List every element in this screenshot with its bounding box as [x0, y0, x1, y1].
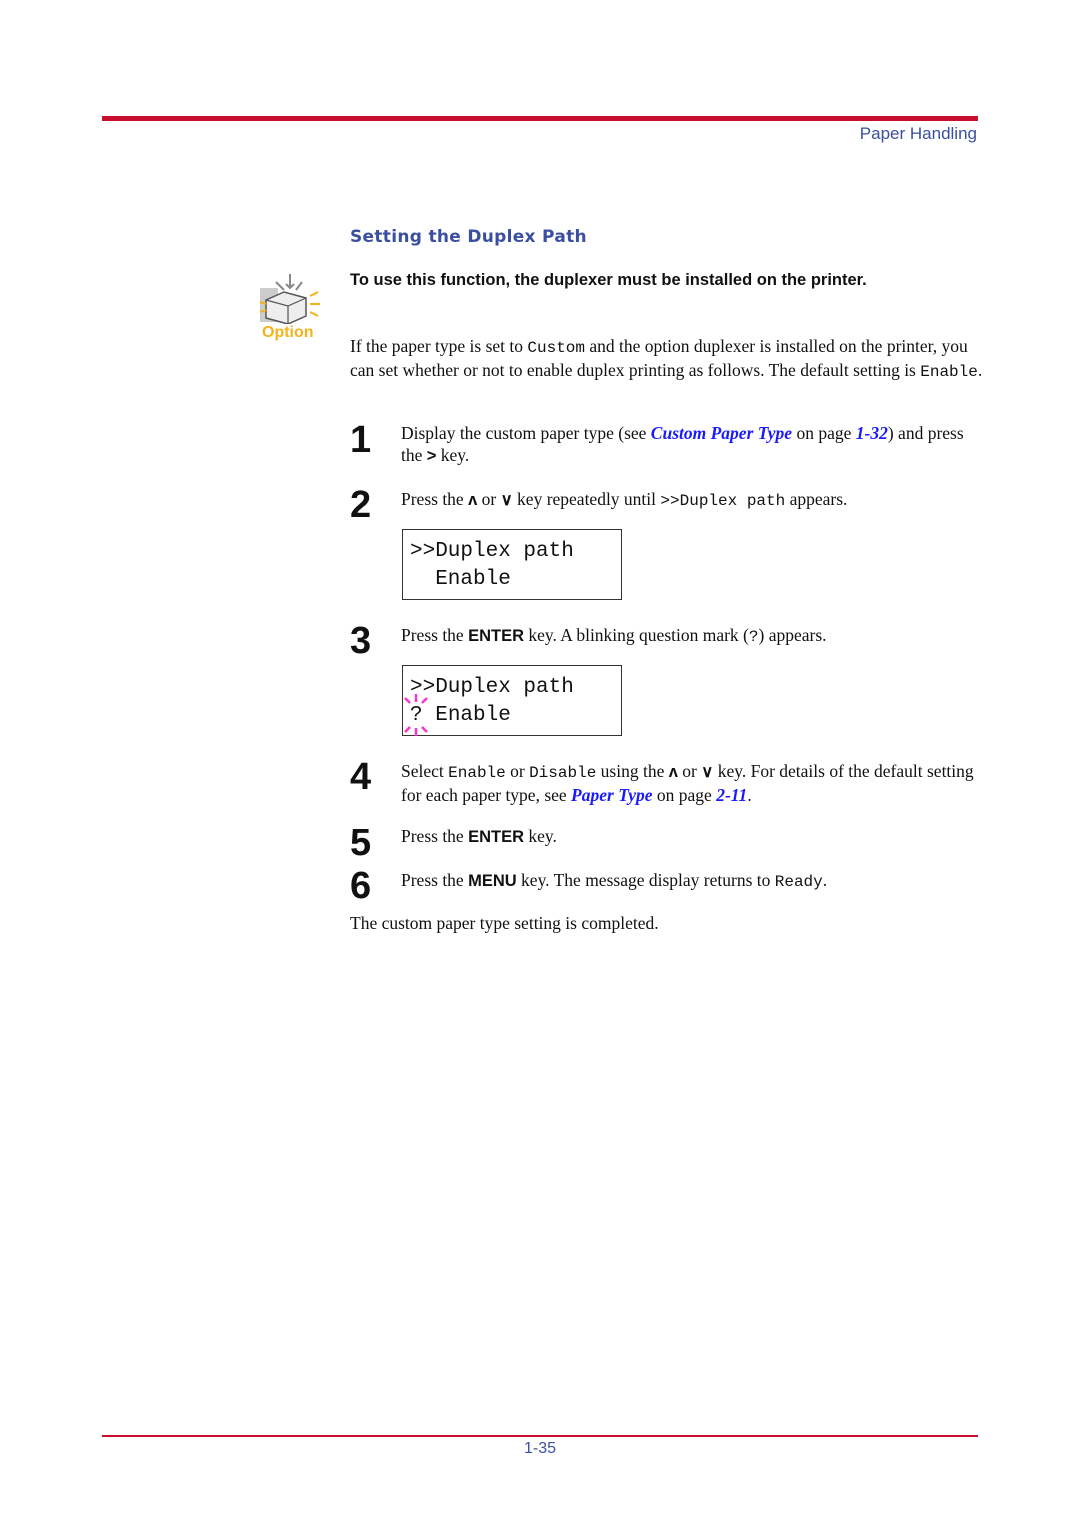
step-number: 2: [350, 484, 372, 526]
lcd-line-2: Enable: [422, 704, 511, 727]
option-label: Option: [262, 324, 314, 341]
up-arrow-icon: ʌ: [468, 491, 478, 509]
text: Press the: [401, 870, 469, 890]
code-custom: Custom: [527, 339, 585, 357]
step-number: 5: [350, 822, 372, 864]
conclusion: The custom paper type setting is complet…: [350, 913, 659, 933]
header-rule: [102, 116, 978, 121]
lcd-line-1: >>Duplex path: [410, 540, 574, 563]
blink-rays-icon: [404, 694, 428, 736]
code-enable: Enable: [448, 764, 506, 782]
step-3-text: Press the ENTER key. A blinking question…: [401, 624, 981, 648]
step-number: 3: [350, 620, 372, 662]
section-title: Setting the Duplex Path: [350, 227, 587, 247]
text: on page: [652, 785, 717, 805]
link-paper-type[interactable]: Paper Type: [571, 785, 652, 805]
down-arrow-icon: ∨: [500, 491, 513, 509]
text: key.: [436, 445, 470, 465]
key-menu: MENU: [468, 872, 517, 890]
link-page-1-32[interactable]: 1-32: [856, 423, 888, 443]
printer-option-icon: [258, 272, 322, 325]
link-custom-paper-type[interactable]: Custom Paper Type: [651, 423, 792, 443]
intro-paragraph: If the paper type is set to Custom and t…: [350, 335, 990, 383]
lcd-line-2: Enable: [410, 568, 511, 591]
section-header: Paper Handling: [859, 124, 977, 143]
code-question: ?: [748, 628, 759, 646]
text: If the paper type is set to: [350, 336, 528, 356]
text: Press the: [401, 625, 469, 645]
text: Press the: [401, 489, 469, 509]
text: key. The message display returns to: [516, 870, 775, 890]
text: on page: [792, 423, 856, 443]
text: appears.: [785, 489, 848, 509]
step-number: 4: [350, 756, 372, 798]
step-1-text: Display the custom paper type (see Custo…: [401, 422, 981, 467]
text: .: [747, 785, 752, 805]
code-enable: Enable: [920, 363, 978, 381]
step-4-text: Select Enable or Disable using the ʌ or …: [401, 760, 981, 806]
page-number: 1-35: [523, 1440, 557, 1457]
step-number: 1: [350, 419, 372, 461]
text: or: [505, 761, 530, 781]
lcd-display-2: >>Duplex path? Enable: [402, 665, 622, 736]
lcd-display-1: >>Duplex path Enable: [402, 529, 622, 600]
text: Select: [401, 761, 449, 781]
key-enter: ENTER: [468, 828, 524, 846]
code-duplex-path: >>Duplex path: [660, 492, 786, 510]
link-page-2-11[interactable]: 2-11: [716, 785, 747, 805]
text: key. A blinking question mark (: [524, 625, 749, 645]
step-5-text: Press the ENTER key.: [401, 825, 981, 848]
text: using the: [596, 761, 669, 781]
up-arrow-icon: ʌ: [668, 763, 678, 781]
step-number: 6: [350, 865, 372, 907]
key-enter: ENTER: [468, 627, 524, 645]
footer-rule: [102, 1435, 978, 1437]
step-2-text: Press the ʌ or ∨ key repeatedly until >>…: [401, 488, 981, 512]
code-ready: Ready: [774, 873, 823, 891]
requirement-note: To use this function, the duplexer must …: [350, 271, 867, 289]
text: Display the custom paper type (see: [401, 423, 651, 443]
key-right: >: [426, 447, 437, 465]
text: Press the: [401, 826, 469, 846]
text: .: [822, 870, 828, 890]
text: key.: [524, 826, 557, 846]
text: key repeatedly until: [512, 489, 661, 509]
lcd-line-1: >>Duplex path: [410, 676, 574, 699]
down-arrow-icon: ∨: [701, 763, 714, 781]
text: or: [477, 489, 501, 509]
text: ) appears.: [758, 625, 827, 645]
code-disable: Disable: [529, 764, 597, 782]
text: .: [977, 360, 983, 380]
step-6-text: Press the MENU key. The message display …: [401, 869, 981, 893]
text: or: [677, 761, 702, 781]
manual-page: Paper Handling Setting the Duplex Path O…: [0, 0, 1080, 1528]
